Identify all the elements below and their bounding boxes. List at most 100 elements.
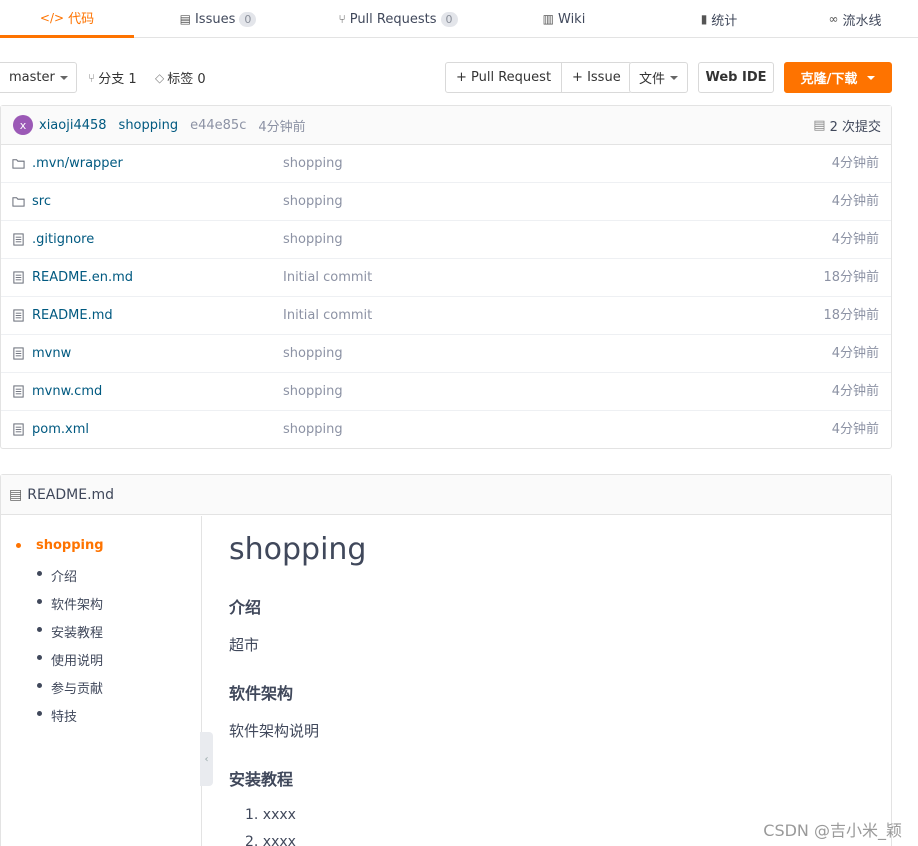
tab-pull-requests[interactable]: ⑂ Pull Requests 0 (302, 0, 494, 38)
repo-tabs: </> 代码 ▤ Issues 0 ⑂ Pull Requests 0 ▥ Wi… (0, 0, 918, 38)
tab-issues[interactable]: ▤ Issues 0 (134, 0, 302, 38)
file-commit-message[interactable]: shopping (283, 183, 343, 221)
file-name-link[interactable]: pom.xml (32, 411, 89, 449)
file-name-link[interactable]: README.md (32, 297, 113, 335)
file-icon (13, 385, 24, 398)
new-pull-request-button[interactable]: + Pull Request (446, 63, 561, 92)
file-icon (13, 423, 24, 436)
file-icon: ▤ (9, 486, 23, 503)
file-commit-time: 4分钟前 (831, 194, 879, 209)
table-row[interactable]: .mvn/wrapper shopping 4分钟前 (1, 145, 891, 183)
toc-bullet (37, 683, 42, 688)
tab-wiki[interactable]: ▥ Wiki (494, 0, 634, 38)
toc-item[interactable]: 介绍 (51, 566, 77, 585)
toc-item[interactable]: 安装教程 (51, 622, 103, 641)
file-menu-button[interactable]: 文件 (629, 62, 688, 93)
code-icon: </> (39, 10, 65, 25)
tab-stats[interactable]: ▮ 统计 (634, 0, 804, 38)
file-list: x xiaoji4458 shopping e44e85c 4分钟前 ▤ 2 次… (0, 105, 892, 449)
file-commit-message[interactable]: Initial commit (283, 259, 372, 297)
file-commit-message[interactable]: shopping (283, 221, 343, 259)
file-commit-message[interactable]: shopping (283, 335, 343, 373)
toc-bullet (37, 627, 42, 632)
commit-time: 4分钟前 (258, 119, 306, 135)
folder-icon (12, 197, 25, 207)
file-name-link[interactable]: README.en.md (32, 259, 133, 297)
file-commit-message[interactable]: Initial commit (283, 297, 372, 335)
wiki-icon: ▥ (542, 12, 554, 26)
folder-icon (12, 159, 25, 169)
create-button-group: + Pull Request + Issue (445, 62, 632, 93)
readme-panel: ▤ README.md shopping 介绍 软件架构 安装教程 使用说明 参与贡献特… (0, 474, 892, 846)
table-row[interactable]: mvnw.cmd shopping 4分钟前 (1, 373, 891, 411)
file-name-link[interactable]: .mvn/wrapper (32, 145, 123, 183)
new-issue-button[interactable]: + Issue (561, 63, 631, 92)
toc-bullet (37, 571, 42, 576)
branch-icon: ⑂ (88, 70, 96, 85)
web-ide-button[interactable]: Web IDE (698, 62, 774, 93)
table-row[interactable]: README.en.md Initial commit 18分钟前 (1, 259, 891, 297)
tags-link[interactable]: ◇ 标签 0 (155, 62, 206, 93)
table-row[interactable]: mvnw shopping 4分钟前 (1, 335, 891, 373)
avatar[interactable]: x (13, 115, 33, 135)
branch-selector[interactable]: master (0, 62, 77, 93)
file-icon (13, 271, 24, 284)
tag-icon: ◇ (155, 70, 165, 85)
readme-toc: shopping 介绍软件架构安装教程使用说明参与贡献特技 (1, 516, 202, 846)
file-name-link[interactable]: .gitignore (32, 221, 94, 259)
readme-paragraph: 软件架构说明 (229, 722, 320, 740)
chevron-down-icon (670, 75, 678, 80)
toc-item[interactable]: 特技 (51, 706, 77, 725)
tab-pipeline[interactable]: ∞ 流水线 (804, 0, 906, 38)
stats-icon: ▮ (700, 12, 708, 26)
file-commit-message[interactable]: shopping (283, 145, 343, 183)
clone-download-button[interactable]: 克隆/下载 (784, 62, 892, 93)
file-commit-message[interactable]: shopping (283, 411, 343, 449)
commit-author-link[interactable]: xiaoji4458 (39, 118, 107, 133)
file-commit-time: 4分钟前 (831, 156, 879, 171)
pull-request-icon: ⑂ (338, 12, 346, 26)
toc-bullet (16, 543, 21, 548)
table-row[interactable]: README.md Initial commit 18分钟前 (1, 297, 891, 335)
tab-code[interactable]: </> 代码 (0, 0, 134, 38)
chevron-down-icon (59, 75, 68, 80)
table-row[interactable]: .gitignore shopping 4分钟前 (1, 221, 891, 259)
readme-h1: shopping (229, 532, 367, 567)
issues-count-badge: 0 (239, 11, 257, 27)
file-name-link[interactable]: mvnw.cmd (32, 373, 102, 411)
watermark: CSDN @吉小米_颖 (763, 821, 902, 840)
file-icon (13, 233, 24, 246)
toc-bullet (37, 711, 42, 716)
pipeline-icon: ∞ (828, 12, 839, 26)
toc-item[interactable]: 参与贡献 (51, 678, 103, 697)
file-name-link[interactable]: src (32, 183, 51, 221)
pull-requests-count-badge: 0 (440, 11, 458, 27)
repo-toolbar: master ⑂ 分支 1 ◇ 标签 0 + Pull Request + Is… (0, 62, 918, 94)
file-icon (13, 309, 24, 322)
file-icon (13, 347, 24, 360)
table-row[interactable]: src shopping 4分钟前 (1, 183, 891, 221)
chevron-down-icon (867, 75, 876, 80)
toc-bullet (37, 655, 42, 660)
issues-icon: ▤ (179, 12, 191, 26)
file-commit-time: 4分钟前 (831, 384, 879, 399)
file-commit-message[interactable]: shopping (283, 373, 343, 411)
commit-history-icon: ▤ (813, 118, 826, 133)
readme-header: ▤ README.md (1, 475, 891, 515)
file-name-link[interactable]: mvnw (32, 335, 71, 373)
commit-count-link[interactable]: ▤ 2 次提交 (813, 106, 881, 145)
toc-item[interactable]: 使用说明 (51, 650, 103, 669)
commit-sha[interactable]: e44e85c (190, 118, 246, 133)
commit-message-link[interactable]: shopping (119, 118, 179, 133)
chevron-left-icon: ‹ (204, 753, 209, 765)
toc-item[interactable]: 软件架构 (51, 594, 103, 613)
file-commit-time: 18分钟前 (823, 270, 879, 285)
file-rows: .mvn/wrapper shopping 4分钟前 src shopping 4分钟前.… (1, 145, 891, 449)
list-item: 1. xxxx (245, 807, 296, 823)
branches-link[interactable]: ⑂ 分支 1 (88, 62, 137, 93)
toc-item-shopping[interactable]: shopping (36, 538, 104, 553)
file-commit-time: 4分钟前 (831, 422, 879, 437)
readme-section-title: 安装教程 (229, 770, 294, 789)
table-row[interactable]: pom.xml shopping 4分钟前 (1, 411, 891, 449)
collapse-toc-handle[interactable]: ‹ (200, 732, 213, 786)
